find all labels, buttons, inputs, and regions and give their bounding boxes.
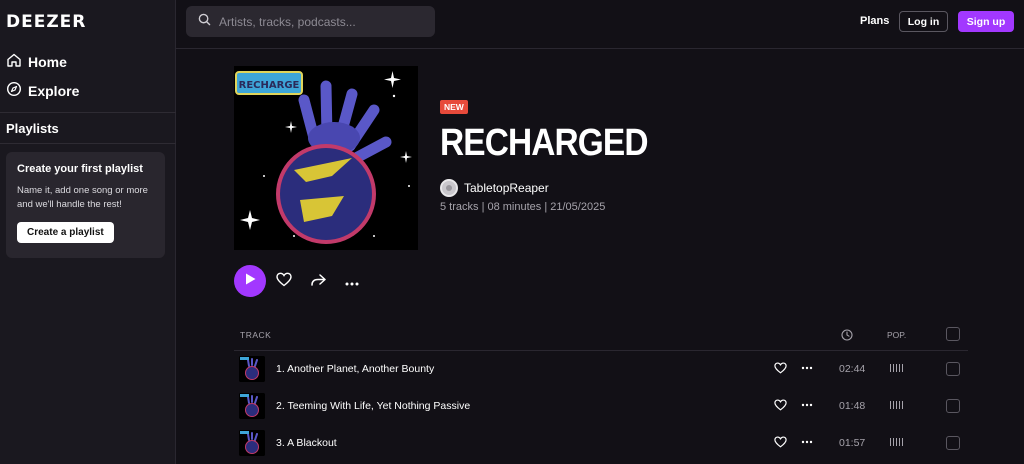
login-button[interactable]: Log in (899, 11, 948, 32)
cover-text: RECHARGE (239, 80, 300, 91)
more-icon[interactable] (801, 361, 813, 379)
heart-icon[interactable] (774, 361, 787, 379)
plans-link[interactable]: Plans (860, 15, 889, 27)
search-bar[interactable] (186, 6, 435, 37)
search-input[interactable] (219, 14, 429, 29)
album-title: RECHARGED (440, 122, 648, 164)
play-icon (243, 272, 257, 291)
track-duration: 01:57 (839, 437, 866, 449)
column-popularity: POP. (887, 330, 907, 340)
header-divider (176, 48, 1024, 49)
more-icon[interactable] (801, 398, 813, 416)
album-meta: 5 tracks | 08 minutes | 21/05/2025 (440, 201, 606, 213)
column-track: TRACK (240, 330, 272, 340)
divider (0, 143, 176, 144)
compass-icon (6, 81, 22, 100)
track-title[interactable]: 3. A Blackout (276, 437, 337, 449)
heart-icon[interactable] (774, 398, 787, 416)
more-options-button[interactable] (343, 273, 361, 291)
sidebar-item-label: Home (28, 53, 67, 70)
create-playlist-button[interactable]: Create a playlist (17, 222, 114, 243)
table-row[interactable]: 1. Another Planet, Another Bounty 02:44 (234, 351, 968, 387)
track-title[interactable]: 2. Teeming With Life, Yet Nothing Passiv… (276, 400, 470, 412)
card-title: Create your first playlist (17, 163, 143, 175)
search-icon (198, 13, 211, 31)
select-all-checkbox[interactable] (946, 327, 960, 341)
heart-icon[interactable] (774, 435, 787, 453)
track-checkbox[interactable] (946, 399, 960, 413)
track-table-header: TRACK POP. (234, 324, 968, 350)
sidebar-item-label: Explore (28, 82, 80, 99)
sidebar-item-explore[interactable]: Explore (6, 81, 79, 100)
divider (0, 112, 176, 113)
share-button[interactable] (309, 273, 327, 291)
favorite-button[interactable] (275, 272, 293, 292)
share-icon (310, 273, 326, 292)
track-thumbnail (239, 393, 265, 419)
playlists-heading: Playlists (6, 121, 59, 136)
play-button[interactable] (234, 265, 266, 297)
track-duration: 01:48 (839, 400, 866, 412)
signup-button[interactable]: Sign up (958, 11, 1014, 32)
artist-name[interactable]: TabletopReaper (464, 181, 549, 195)
table-row[interactable]: 2. Teeming With Life, Yet Nothing Passiv… (234, 388, 968, 424)
more-icon[interactable] (801, 435, 813, 453)
track-duration: 02:44 (839, 363, 866, 375)
more-icon (345, 273, 359, 291)
deezer-logo[interactable]: DEEZER (6, 12, 86, 32)
popularity-bars (890, 438, 903, 446)
home-icon (6, 52, 22, 71)
track-thumbnail (239, 430, 265, 456)
heart-icon (276, 272, 292, 292)
popularity-bars (890, 364, 903, 372)
sidebar: DEEZER Home Explore Playlists Create you… (0, 0, 176, 464)
popularity-bars (890, 401, 903, 409)
track-thumbnail (239, 356, 265, 382)
track-checkbox[interactable] (946, 362, 960, 376)
track-checkbox[interactable] (946, 436, 960, 450)
create-playlist-card: Create your first playlist Name it, add … (6, 152, 165, 258)
track-title[interactable]: 1. Another Planet, Another Bounty (276, 363, 434, 375)
avatar (440, 179, 458, 197)
clock-icon (841, 328, 853, 346)
new-badge: NEW (440, 100, 468, 114)
album-cover: RECHARGE (234, 66, 418, 250)
sidebar-item-home[interactable]: Home (6, 52, 67, 71)
table-row[interactable]: 3. A Blackout 01:57 (234, 425, 968, 461)
artist-link[interactable]: TabletopReaper (440, 179, 549, 197)
card-text: Name it, add one song or more and we'll … (17, 185, 148, 210)
